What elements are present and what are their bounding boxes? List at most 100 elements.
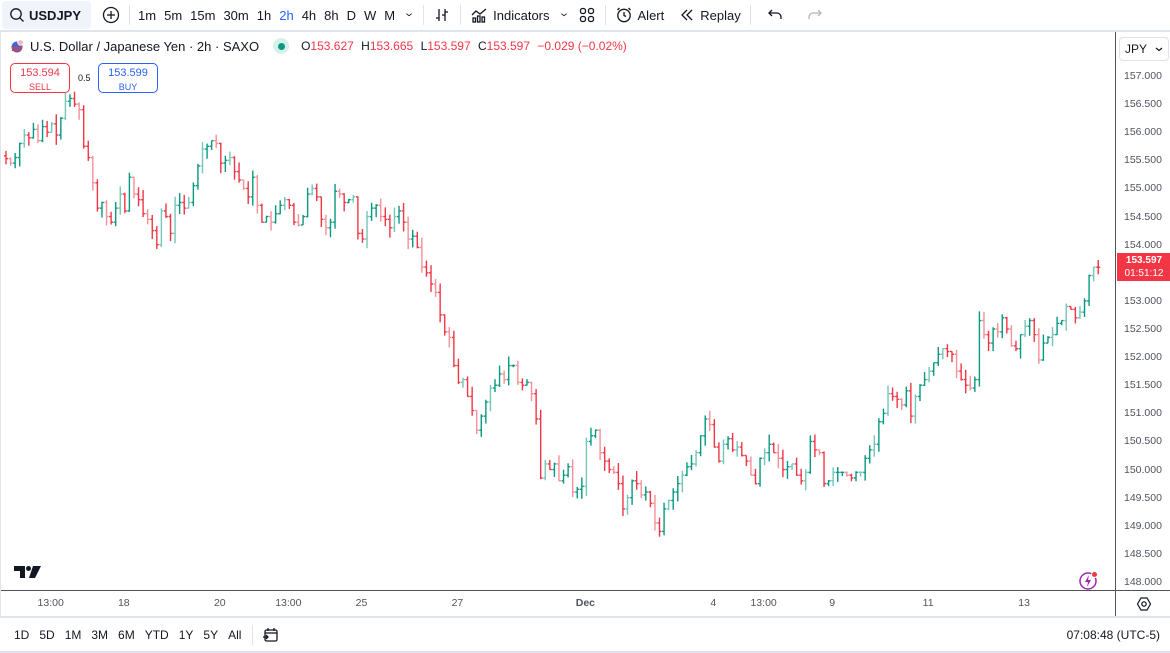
redo-icon [808, 9, 822, 19]
lightning-notification-icon[interactable] [1078, 569, 1100, 590]
indicators-button[interactable]: Indicators [465, 0, 554, 30]
interval-D[interactable]: D [343, 0, 360, 30]
interval-1h[interactable]: 1h [253, 0, 275, 30]
ohlc-bar [415, 231, 420, 249]
ohlc-bar [323, 214, 328, 236]
interval-15m[interactable]: 15m [186, 0, 219, 30]
interval-8h[interactable]: 8h [320, 0, 342, 30]
bar-style-button[interactable] [428, 0, 456, 30]
buy-button[interactable]: 153.599 BUY [98, 63, 158, 93]
undo-button[interactable] [761, 0, 789, 30]
sell-price: 153.594 [20, 67, 60, 79]
ohlc-bar [438, 283, 443, 323]
ohlc-bar [625, 494, 630, 515]
timezone-clock[interactable]: 07:08:48 (UTC-5) [1067, 628, 1160, 642]
ohlc-bar [940, 347, 945, 360]
compare-symbol-button[interactable] [97, 0, 125, 30]
close-value: 153.597 [486, 39, 531, 53]
ohlc-bar [182, 194, 187, 215]
ohlc-bar [17, 142, 22, 167]
chevron-down-icon [406, 13, 413, 17]
redo-button[interactable] [801, 0, 829, 30]
ohlc-bar [913, 394, 918, 424]
ohlc-bar [726, 436, 731, 450]
range-1y[interactable]: 1Y [174, 628, 199, 642]
ohlc-bar [575, 486, 580, 499]
ohlc-bar [1023, 319, 1028, 338]
ohlc-bar [671, 488, 676, 510]
ohlc-bar [561, 469, 566, 484]
ohlc-bar [524, 379, 529, 386]
ohlc-bar [630, 479, 635, 505]
interval-1m[interactable]: 1m [134, 0, 160, 30]
time-tick-label: 11 [922, 597, 934, 609]
ohlc-bar [259, 203, 264, 223]
ohlc-bar [63, 91, 68, 121]
buy-price: 153.599 [108, 67, 148, 79]
ohlc-bar [1059, 319, 1064, 326]
replay-button[interactable]: Replay [673, 0, 745, 30]
chart-settings-button[interactable] [1115, 590, 1170, 616]
interval-dropdown-button[interactable] [399, 0, 419, 30]
range-3m[interactable]: 3M [86, 628, 113, 642]
range-all[interactable]: All [223, 628, 246, 642]
ohlc-bar [99, 201, 104, 218]
ohlc-bar [616, 463, 621, 490]
date-range-list: 1D 5D 1M 3M 6M YTD 1Y 5Y All [9, 628, 246, 642]
market-status-icon[interactable] [273, 38, 290, 54]
close-key: C [477, 39, 487, 53]
ohlc-bar [904, 386, 909, 408]
range-6m[interactable]: 6M [113, 628, 140, 642]
range-5y[interactable]: 5Y [198, 628, 223, 642]
ohlc-bar [1082, 298, 1087, 317]
ohlc-bar [666, 499, 671, 511]
price-tick-label: 149.000 [1124, 519, 1162, 532]
ohlc-bar [90, 155, 95, 191]
ohlc-bar [739, 442, 744, 457]
ohlc-bar [703, 415, 708, 446]
ohlc-bar [1013, 340, 1018, 352]
ohlc-bar [4, 150, 8, 165]
interval-M[interactable]: M [380, 0, 399, 30]
alert-button[interactable]: Alert [610, 0, 670, 30]
high-key: H [361, 39, 370, 53]
ohlc-bar [748, 456, 753, 476]
ohlc-bar [45, 120, 50, 138]
ohlc-bar [223, 155, 228, 172]
ohlc-bar [858, 471, 863, 477]
range-1d[interactable]: 1D [9, 628, 34, 642]
indicators-dropdown-button[interactable] [555, 0, 573, 30]
ohlc-bar [456, 358, 461, 385]
currency-select[interactable]: JPY [1119, 37, 1169, 61]
symbol-description[interactable]: U.S. Dollar / Japanese Yen · 2h · SAXO [30, 39, 259, 54]
go-to-date-button[interactable] [257, 620, 285, 650]
interval-5m[interactable]: 5m [160, 0, 186, 30]
ohlc-bar [1004, 316, 1009, 334]
low-value: 153.597 [427, 39, 471, 53]
range-1m[interactable]: 1M [60, 628, 87, 642]
symbol-search-button[interactable]: USDJPY [2, 1, 92, 29]
interval-2h[interactable]: 2h [275, 0, 297, 30]
price-tick-label: 155.000 [1124, 182, 1162, 195]
range-ytd[interactable]: YTD [140, 628, 174, 642]
divider [749, 5, 751, 25]
sell-button[interactable]: 153.594 SELL [10, 63, 70, 93]
ohlc-bar [776, 444, 781, 469]
interval-30m[interactable]: 30m [219, 0, 252, 30]
price-tick-label: 150.500 [1124, 435, 1162, 448]
currency-label: JPY [1125, 42, 1148, 56]
time-scale[interactable]: 13:00 18 20 13:00 25 27 Dec 4 13:00 9 11 13 [1, 590, 1115, 616]
ohlc-bar [835, 467, 840, 482]
interval-4h[interactable]: 4h [298, 0, 320, 30]
range-5d[interactable]: 5D [34, 628, 59, 642]
ohlc-bar [1087, 274, 1092, 306]
price-scale[interactable]: JPY 157.000 156.500 156.000 155.500 155.000 1… [1115, 32, 1170, 590]
divider [129, 5, 131, 25]
layout-button[interactable] [573, 0, 601, 30]
chart-pane[interactable]: U.S. Dollar / Japanese Yen · 2h · SAXO O… [2, 32, 1115, 590]
interval-W[interactable]: W [360, 0, 380, 30]
ohlc-bar [963, 369, 968, 394]
tradingview-logo-icon[interactable] [14, 565, 42, 579]
ohlc-bar [899, 398, 904, 410]
spread-value: 0.5 [78, 73, 91, 83]
